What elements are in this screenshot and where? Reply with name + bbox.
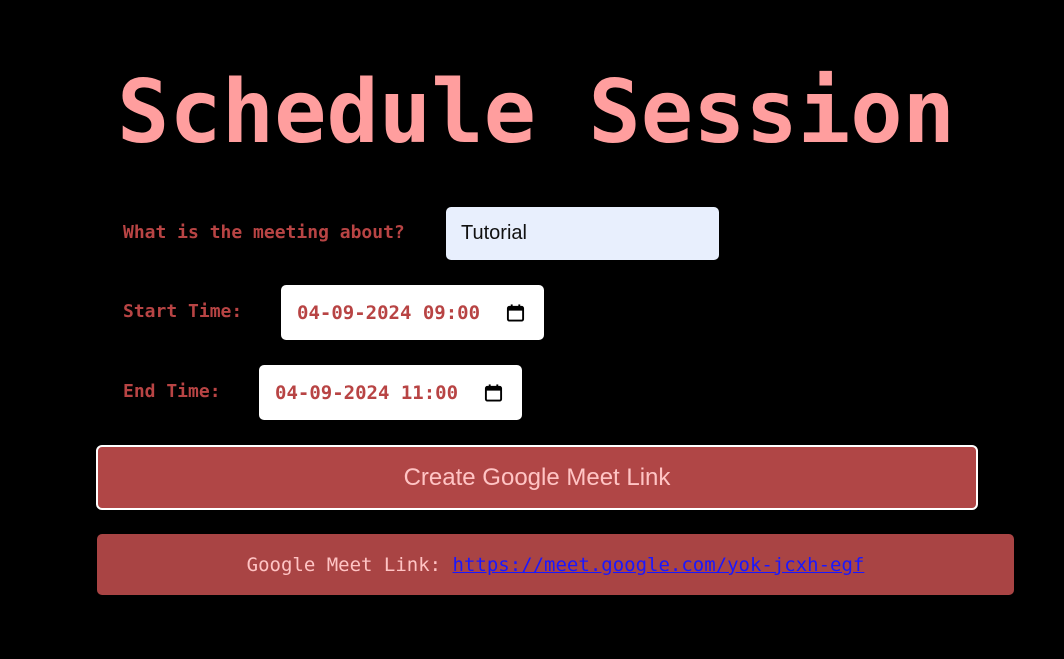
start-time-value: 04-09-2024 09:00 [297,301,481,324]
end-time-value: 04-09-2024 11:00 [275,381,459,404]
meet-link-result: Google Meet Link: https://meet.google.co… [97,534,1014,595]
topic-input[interactable] [446,207,719,260]
calendar-icon[interactable] [506,303,525,322]
end-time-label: End Time: [123,381,221,402]
create-meet-link-button[interactable]: Create Google Meet Link [96,445,978,510]
topic-label: What is the meeting about? [123,222,405,243]
calendar-icon[interactable] [484,383,503,402]
end-time-input[interactable]: 04-09-2024 11:00 [259,365,522,420]
start-time-label: Start Time: [123,301,243,322]
start-time-input[interactable]: 04-09-2024 09:00 [281,285,544,340]
meet-link[interactable]: https://meet.google.com/yok-jcxh-egf [453,554,865,576]
meet-link-label: Google Meet Link: [246,553,442,576]
page-title: Schedule Session [116,61,956,163]
